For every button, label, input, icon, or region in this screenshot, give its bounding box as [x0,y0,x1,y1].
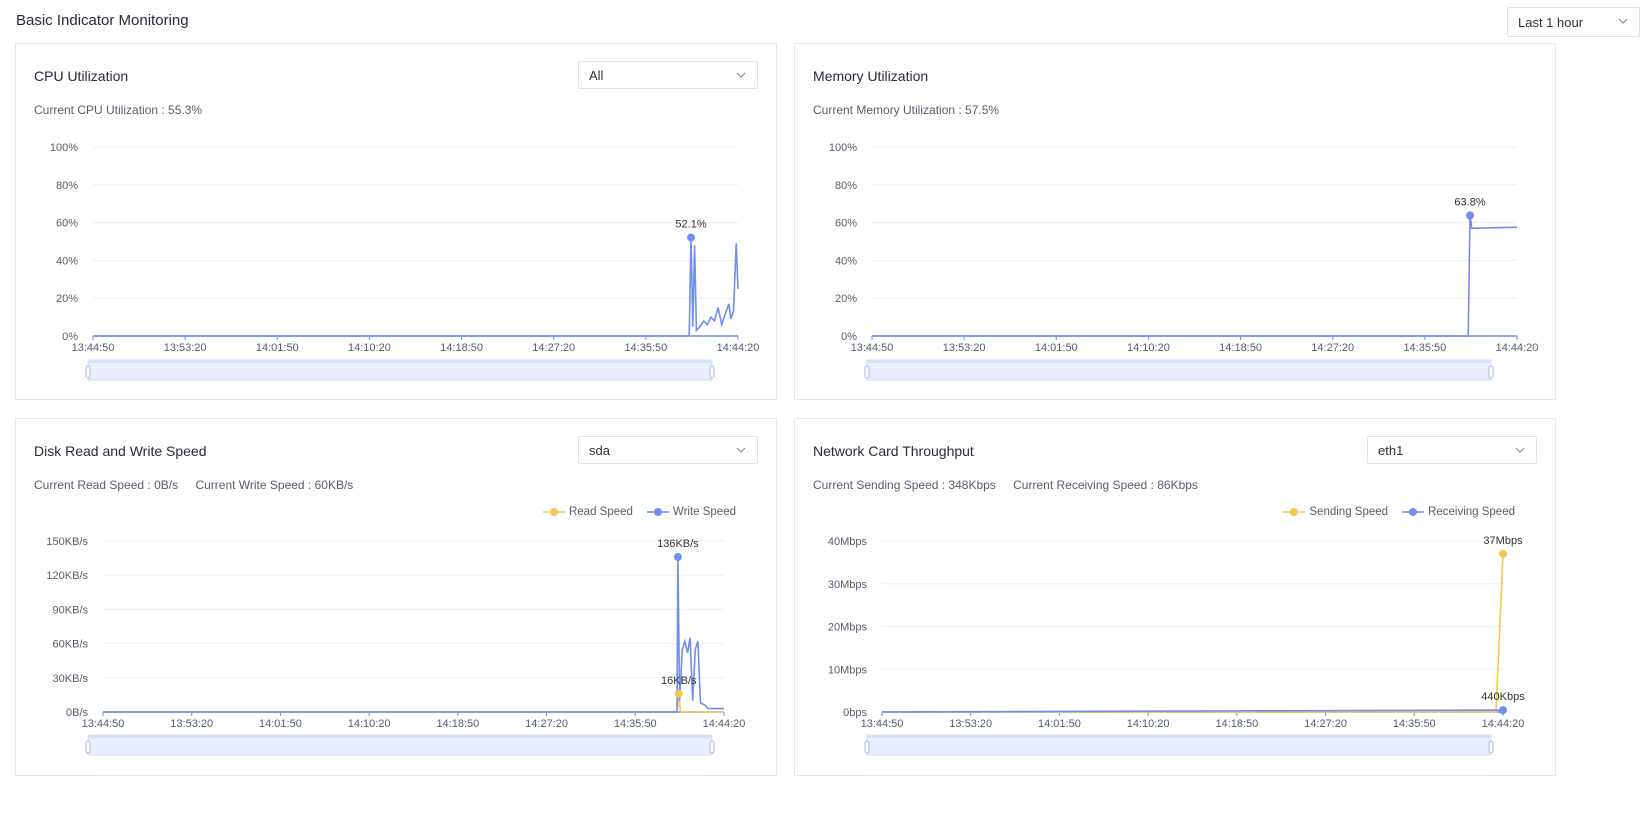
y-tick-label: 20Mbps [828,622,868,634]
x-tick-label: 14:18:50 [436,718,479,730]
y-tick-label: 80% [56,180,78,192]
data-label: 52.1% [675,219,706,231]
data-label: 136KB/s [657,538,699,550]
x-tick-label: 14:44:20 [703,718,746,730]
data-point [687,233,696,242]
x-tick-label: 14:35:50 [624,342,667,354]
memory-panel: Memory Utilization Current Memory Utiliz… [794,43,1556,400]
data-point [674,689,683,698]
y-tick-label: 100% [829,142,857,154]
x-tick-label: 14:44:20 [717,342,760,354]
y-tick-label: 60KB/s [53,639,89,651]
x-tick-label: 13:53:20 [170,718,213,730]
x-tick-label: 14:27:20 [532,342,575,354]
zoom-handle-left[interactable] [864,365,870,379]
data-label: 16KB/s [661,675,697,687]
y-tick-label: 90KB/s [53,604,89,616]
x-tick-label: 14:10:20 [1127,342,1170,354]
data-point [1466,211,1475,220]
y-tick-label: 120KB/s [46,570,88,582]
x-tick-label: 13:53:20 [949,718,992,730]
data-point [1499,549,1507,558]
y-tick-label: 20% [835,293,857,305]
series-line [103,556,724,713]
zoom-handle-left[interactable] [864,740,870,754]
x-tick-label: 13:44:50 [861,718,904,730]
disk-chart: 0B/s30KB/s60KB/s90KB/s120KB/s150KB/s13:4… [46,536,746,756]
zoom-slider[interactable] [864,734,1494,756]
x-tick-label: 13:53:20 [943,342,986,354]
x-tick-label: 14:01:50 [256,342,299,354]
chevron-down-icon [1618,18,1628,24]
x-tick-label: 14:27:20 [1304,718,1347,730]
y-tick-label: 20% [56,293,78,305]
page-title: Basic Indicator Monitoring [16,12,189,29]
time-range-select[interactable]: Last 1 hour [1507,7,1640,37]
x-tick-label: 14:01:50 [1035,342,1078,354]
x-tick-label: 13:53:20 [164,342,207,354]
zoom-slider[interactable] [85,734,715,756]
x-tick-label: 14:10:20 [1127,718,1170,730]
data-label: 37Mbps [1483,535,1523,547]
disk-panel: Disk Read and Write Speed sda Current Re… [15,418,777,776]
x-tick-label: 14:18:50 [1215,718,1258,730]
y-tick-label: 30Mbps [828,579,868,591]
x-tick-label: 14:35:50 [1403,342,1446,354]
zoom-handle-left[interactable] [85,365,91,379]
zoom-bar [867,360,1491,363]
zoom-bar [88,735,712,738]
x-tick-label: 13:44:50 [82,718,125,730]
y-tick-label: 40Mbps [828,536,868,548]
x-tick-label: 14:35:50 [614,718,657,730]
network-chart: 0bps10Mbps20Mbps30Mbps40Mbps13:44:50 13:5… [828,535,1525,756]
y-tick-label: 150KB/s [46,536,88,548]
zoom-slider[interactable] [85,359,715,381]
x-tick-label: 14:01:50 [1038,718,1081,730]
series-line [103,693,724,713]
cpu-chart: 0%20%40%60%80%100%13:44:50 13:53:20 14:01:… [50,142,760,381]
zoom-handle-right[interactable] [1488,365,1494,379]
zoom-bar [867,735,1491,738]
x-tick-label: 14:44:20 [1482,718,1525,730]
data-point [1499,706,1507,715]
y-tick-label: 30KB/s [53,673,89,685]
x-tick-label: 13:44:50 [851,342,894,354]
y-tick-label: 10Mbps [828,664,868,676]
data-label: 440Kbps [1481,691,1525,703]
x-tick-label: 14:10:20 [348,342,391,354]
y-tick-label: 60% [835,218,857,230]
cpu-panel: CPU Utilization All Current CPU Utilizat… [15,43,777,400]
zoom-handle-right[interactable] [709,365,715,379]
zoom-handle-left[interactable] [85,740,91,754]
zoom-handle-right[interactable] [1488,740,1494,754]
x-tick-label: 14:35:50 [1393,718,1436,730]
data-point [673,552,682,561]
y-tick-label: 60% [56,218,78,230]
x-tick-label: 14:18:50 [1219,342,1262,354]
network-panel: Network Card Throughput eth1 Current Sen… [794,418,1556,776]
y-tick-label: 40% [835,255,857,267]
y-tick-label: 80% [835,180,857,192]
time-range-value: Last 1 hour [1518,14,1584,30]
x-tick-label: 14:01:50 [259,718,302,730]
series-line [872,215,1518,337]
zoom-handle-right[interactable] [709,740,715,754]
x-tick-label: 14:44:20 [1496,342,1539,354]
x-tick-label: 14:10:20 [348,718,391,730]
x-tick-label: 14:27:20 [525,718,568,730]
y-tick-label: 100% [50,142,78,154]
y-tick-label: 40% [56,255,78,267]
memory-chart: 0%20%40%60%80%100%13:44:50 13:53:20 14:01:… [829,142,1539,381]
data-label: 63.8% [1454,196,1485,208]
x-tick-label: 14:18:50 [440,342,483,354]
zoom-bar [88,360,712,363]
series-line [93,237,739,337]
zoom-slider[interactable] [864,359,1494,381]
series-line [882,553,1504,713]
x-tick-label: 14:27:20 [1311,342,1354,354]
x-tick-label: 13:44:50 [72,342,115,354]
